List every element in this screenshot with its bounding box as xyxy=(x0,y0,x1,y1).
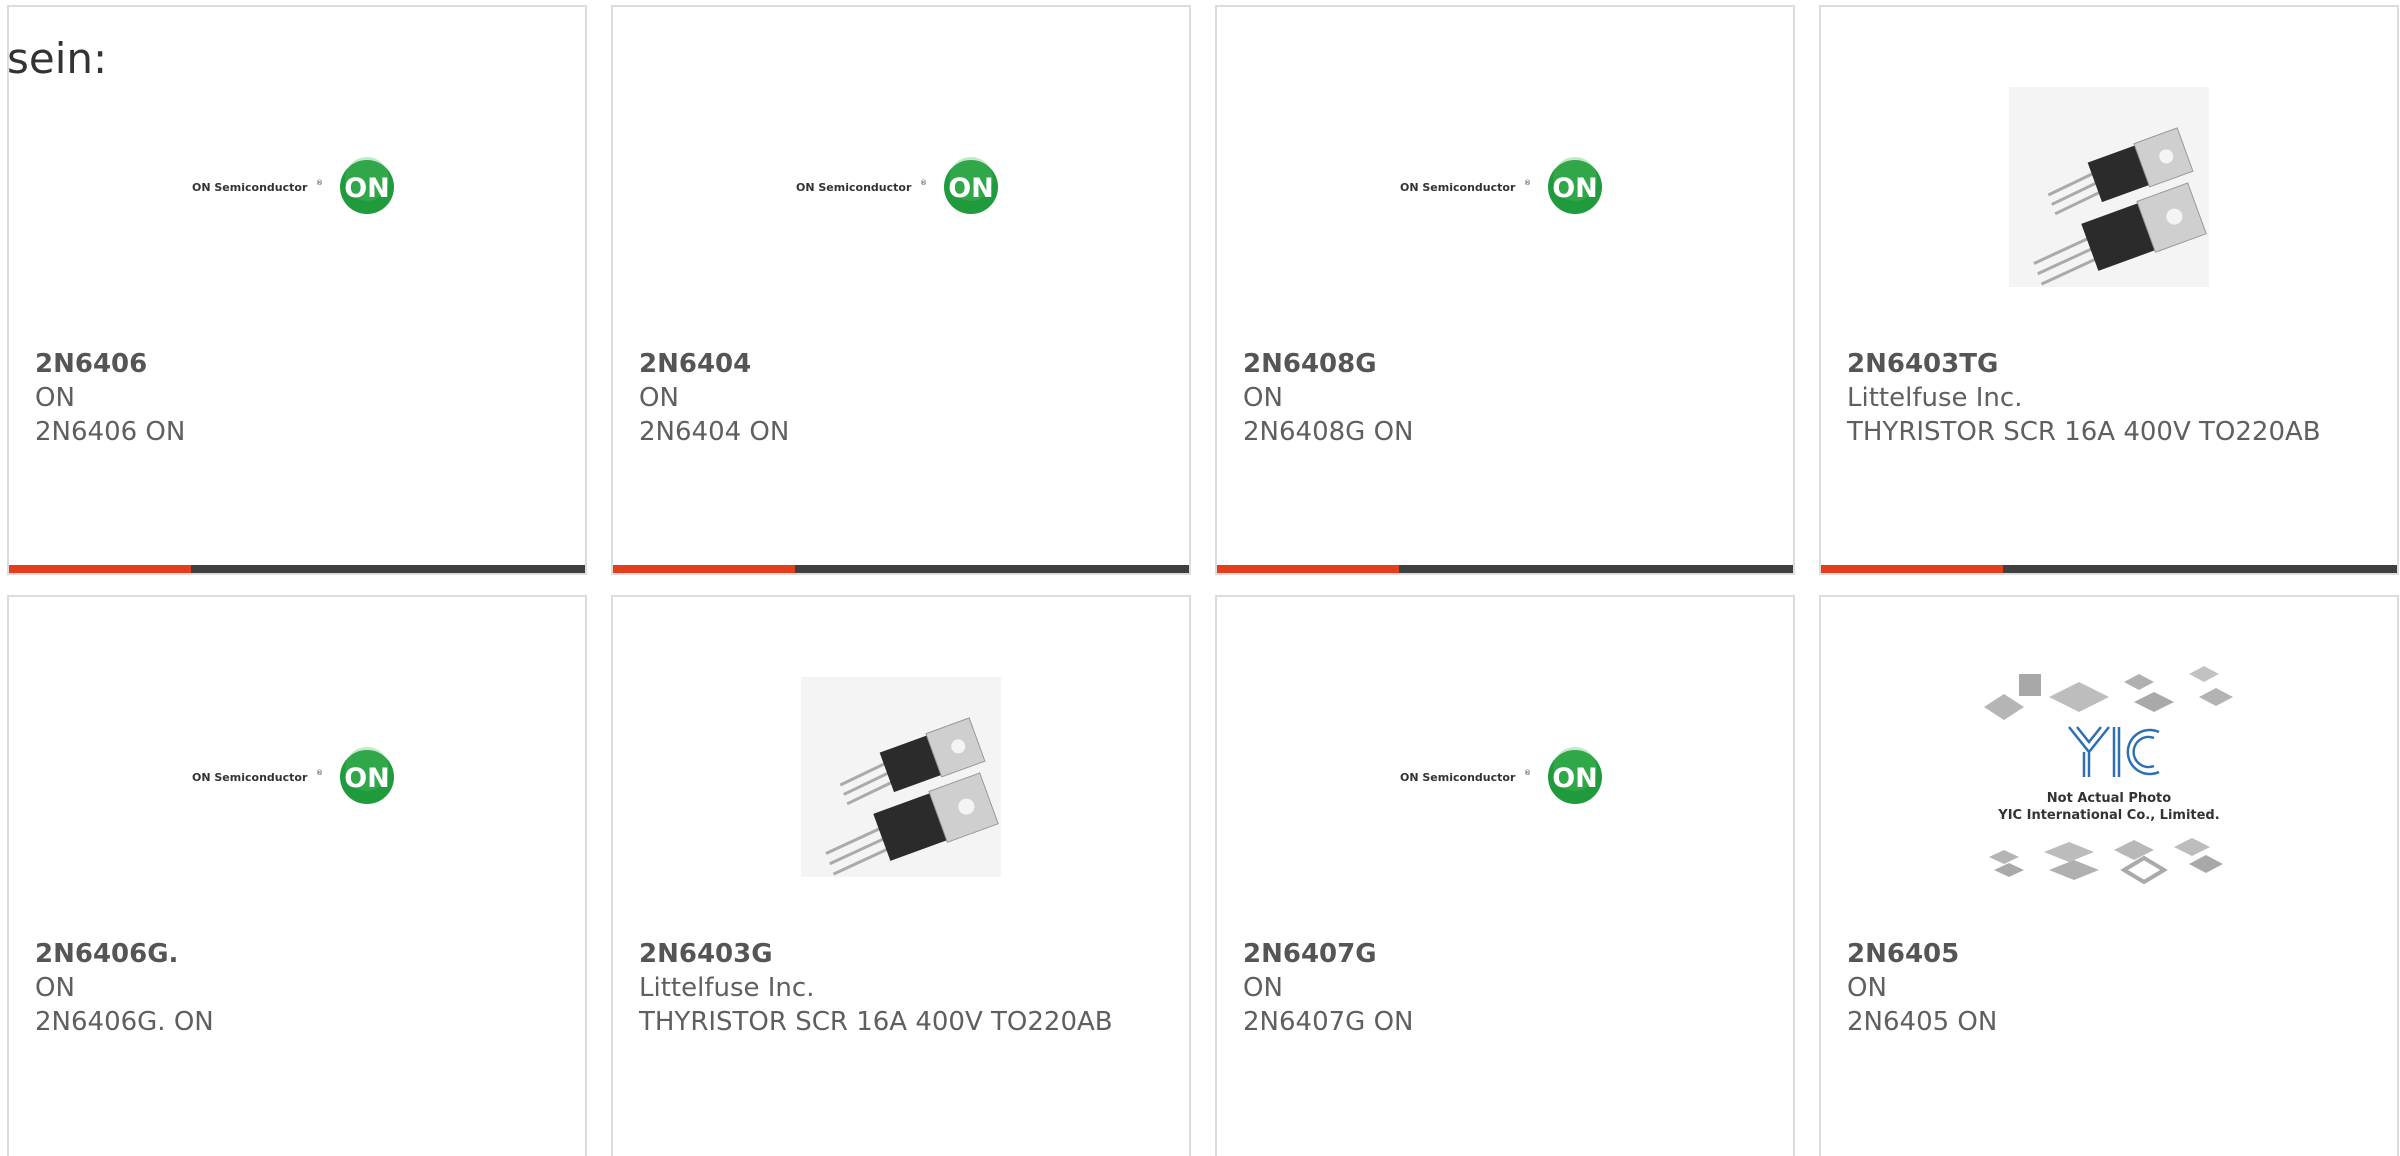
page: sein: ON Semiconductor ® ON 2N6406 ON 2N… xyxy=(0,0,2400,1156)
on-logo-text: ON Semiconductor xyxy=(796,181,912,194)
product-info: 2N6406G. ON 2N6406G. ON xyxy=(35,937,565,1039)
product-info: 2N6404 ON 2N6404 ON xyxy=(639,347,1169,449)
part-number[interactable]: 2N6405 xyxy=(1847,937,2377,971)
accent-bar xyxy=(1821,565,2003,573)
on-logo-badge: ON xyxy=(344,763,390,794)
card-bottom-bar xyxy=(9,565,585,573)
on-semiconductor-logo: ON Semiconductor ® ON xyxy=(1400,157,1602,214)
manufacturer: ON xyxy=(639,383,679,413)
manufacturer: Littelfuse Inc. xyxy=(1847,383,2023,413)
accent-bar xyxy=(1217,565,1399,573)
description: 2N6404 ON xyxy=(639,417,790,447)
yic-not-actual-text: Not Actual Photo xyxy=(2047,791,2171,806)
product-image[interactable]: ON Semiconductor ® ON xyxy=(9,657,585,897)
part-number[interactable]: 2N6408G xyxy=(1243,347,1773,381)
svg-text:®: ® xyxy=(1524,179,1531,187)
description: THYRISTOR SCR 16A 400V TO220AB xyxy=(1847,417,2321,447)
product-card[interactable]: 2N6403TG Littelfuse Inc. THYRISTOR SCR 1… xyxy=(1819,5,2399,575)
description: 2N6406G. ON xyxy=(35,1007,214,1037)
yic-company-text: YIC International Co., Limited. xyxy=(1997,808,2219,823)
part-number[interactable]: 2N6403TG xyxy=(1847,347,2377,381)
manufacturer: ON xyxy=(35,383,75,413)
description: 2N6406 ON xyxy=(35,417,186,447)
manufacturer: ON xyxy=(35,973,75,1003)
product-image[interactable]: ON Semiconductor ® ON xyxy=(613,67,1189,307)
product-image[interactable]: Not Actual Photo YIC International Co., … xyxy=(1821,657,2397,897)
to220-package-photo xyxy=(801,677,1001,877)
part-number[interactable]: 2N6403G xyxy=(639,937,1169,971)
to220-package-photo xyxy=(2009,87,2209,287)
product-info: 2N6406 ON 2N6406 ON xyxy=(35,347,565,449)
product-info: 2N6403TG Littelfuse Inc. THYRISTOR SCR 1… xyxy=(1847,347,2377,449)
product-image[interactable]: ON Semiconductor ® ON xyxy=(1217,67,1793,307)
on-semiconductor-logo: ON Semiconductor ® ON xyxy=(796,157,998,214)
manufacturer: ON xyxy=(1847,973,1887,1003)
accent-bar xyxy=(9,565,191,573)
on-logo-text: ON Semiconductor xyxy=(1400,771,1516,784)
on-logo-text: ON Semiconductor xyxy=(192,771,308,784)
manufacturer: Littelfuse Inc. xyxy=(639,973,815,1003)
manufacturer: ON xyxy=(1243,973,1283,1003)
part-number[interactable]: 2N6406G. xyxy=(35,937,565,971)
card-bottom-bar xyxy=(1217,565,1793,573)
manufacturer: ON xyxy=(1243,383,1283,413)
product-info: 2N6405 ON 2N6405 ON xyxy=(1847,937,2377,1039)
description: THYRISTOR SCR 16A 400V TO220AB xyxy=(639,1007,1113,1037)
on-semiconductor-logo: ON Semiconductor ® ON xyxy=(192,157,394,214)
description: 2N6407G ON xyxy=(1243,1007,1414,1037)
product-card[interactable]: ON Semiconductor ® ON 2N6406G. ON 2N6406… xyxy=(7,595,587,1156)
on-logo-badge: ON xyxy=(948,173,994,204)
product-card[interactable]: 2N6403G Littelfuse Inc. THYRISTOR SCR 16… xyxy=(611,595,1191,1156)
product-image[interactable] xyxy=(1821,67,2397,307)
svg-text:®: ® xyxy=(316,769,323,777)
on-logo-badge: ON xyxy=(1552,763,1598,794)
svg-text:®: ® xyxy=(316,179,323,187)
description: 2N6408G ON xyxy=(1243,417,1414,447)
on-logo-text: ON Semiconductor xyxy=(192,181,308,194)
product-card[interactable]: ON Semiconductor ® ON 2N6407G ON 2N6407G… xyxy=(1215,595,1795,1156)
product-card[interactable]: ON Semiconductor ® ON 2N6406 ON 2N6406 O… xyxy=(7,5,587,575)
description: 2N6405 ON xyxy=(1847,1007,1998,1037)
product-image[interactable]: ON Semiconductor ® ON xyxy=(1217,657,1793,897)
product-grid: ON Semiconductor ® ON 2N6406 ON 2N6406 O… xyxy=(7,5,2399,1156)
product-card[interactable]: ON Semiconductor ® ON 2N6408G ON 2N6408G… xyxy=(1215,5,1795,575)
product-image[interactable] xyxy=(613,657,1189,897)
on-semiconductor-logo: ON Semiconductor ® ON xyxy=(192,747,394,804)
on-logo-badge: ON xyxy=(1552,173,1598,204)
part-number[interactable]: 2N6407G xyxy=(1243,937,1773,971)
part-number[interactable]: 2N6404 xyxy=(639,347,1169,381)
yic-not-actual-photo: Not Actual Photo YIC International Co., … xyxy=(1984,666,2233,885)
intro-text: sein: xyxy=(7,34,108,83)
product-info: 2N6403G Littelfuse Inc. THYRISTOR SCR 16… xyxy=(639,937,1169,1039)
card-bottom-bar xyxy=(613,565,1189,573)
svg-text:®: ® xyxy=(1524,769,1531,777)
svg-text:®: ® xyxy=(920,179,927,187)
on-semiconductor-logo: ON Semiconductor ® ON xyxy=(1400,747,1602,804)
card-bottom-bar xyxy=(1821,565,2397,573)
product-info: 2N6407G ON 2N6407G ON xyxy=(1243,937,1773,1039)
accent-bar xyxy=(613,565,795,573)
on-logo-badge: ON xyxy=(344,173,390,204)
on-logo-text: ON Semiconductor xyxy=(1400,181,1516,194)
product-card[interactable]: Not Actual Photo YIC International Co., … xyxy=(1819,595,2399,1156)
product-image[interactable]: ON Semiconductor ® ON xyxy=(9,67,585,307)
product-info: 2N6408G ON 2N6408G ON xyxy=(1243,347,1773,449)
product-card[interactable]: ON Semiconductor ® ON 2N6404 ON 2N6404 O… xyxy=(611,5,1191,575)
part-number[interactable]: 2N6406 xyxy=(35,347,565,381)
